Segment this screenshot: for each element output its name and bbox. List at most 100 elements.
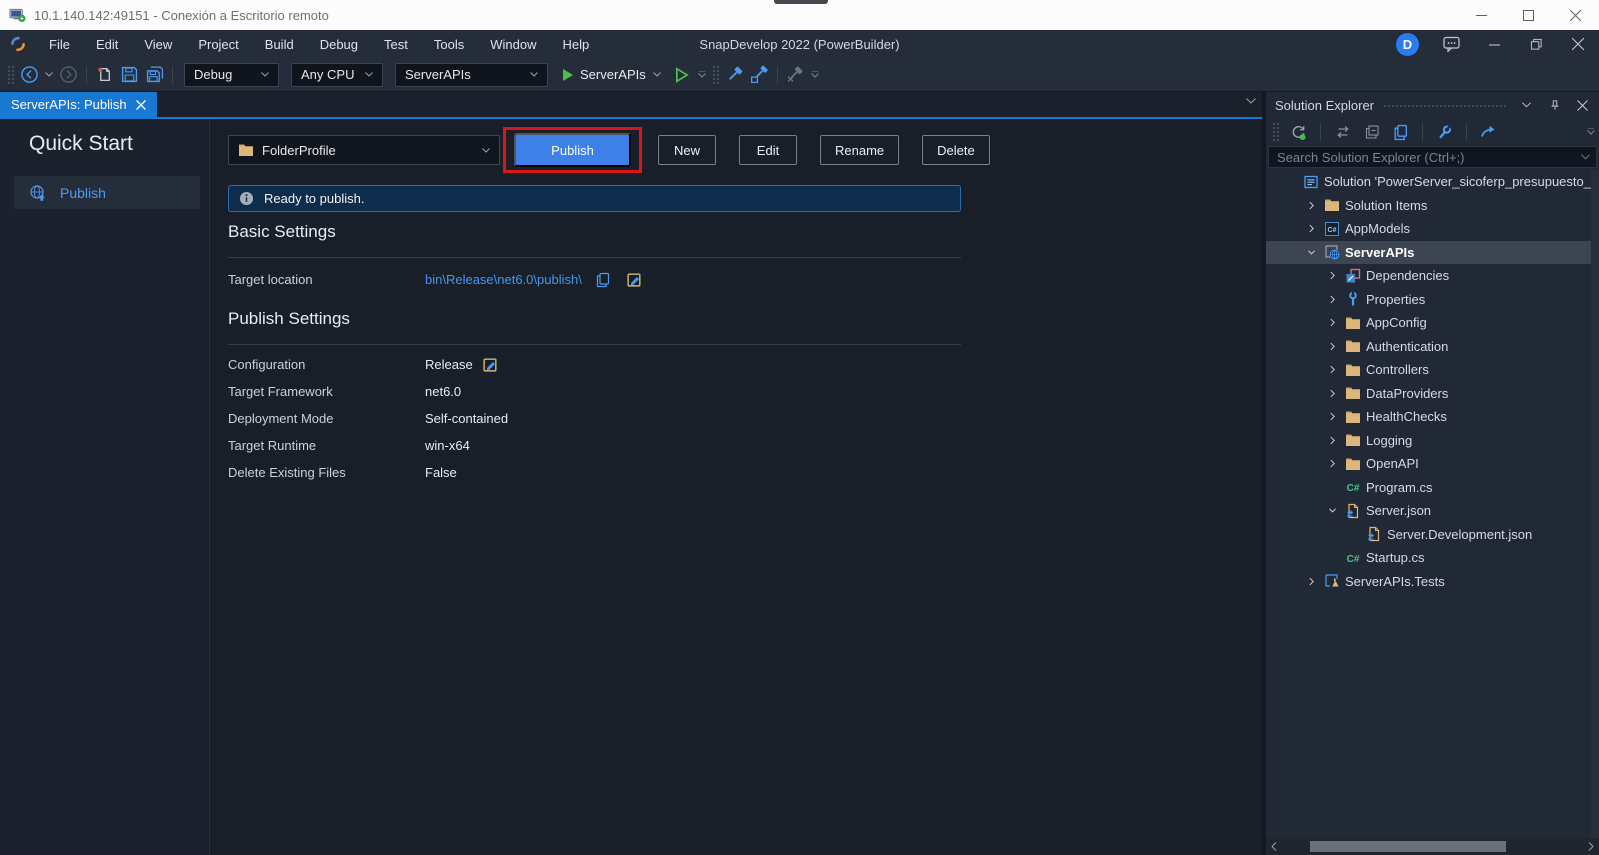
toolbar-grip[interactable] xyxy=(712,65,719,85)
menu-project[interactable]: Project xyxy=(185,30,251,58)
chevron-right-icon[interactable] xyxy=(1303,200,1324,211)
navigate-back-icon[interactable] xyxy=(17,62,42,88)
publish-button[interactable]: Publish xyxy=(514,133,631,167)
properties-wrench-icon[interactable] xyxy=(1432,119,1457,145)
switch-views-icon[interactable] xyxy=(1330,119,1355,145)
chevron-right-icon[interactable] xyxy=(1324,458,1345,469)
chevron-right-icon[interactable] xyxy=(1303,223,1324,234)
tree-item-controllers[interactable]: Controllers xyxy=(1266,358,1599,382)
menu-window[interactable]: Window xyxy=(477,30,549,58)
user-avatar[interactable]: D xyxy=(1396,33,1419,56)
sync-with-active-document-icon[interactable] xyxy=(1286,119,1311,145)
scroll-right-icon[interactable] xyxy=(1583,842,1599,851)
menu-test[interactable]: Test xyxy=(371,30,421,58)
toolbar-overflow-icon[interactable] xyxy=(1587,128,1595,135)
menu-edit[interactable]: Edit xyxy=(83,30,131,58)
tree-item-dataproviders[interactable]: DataProviders xyxy=(1266,382,1599,406)
vertical-scrollbar[interactable] xyxy=(1591,170,1599,838)
tree-item-logging[interactable]: Logging xyxy=(1266,429,1599,453)
app-close-button[interactable] xyxy=(1557,30,1599,58)
run-button[interactable]: ServerAPIs xyxy=(554,67,670,82)
menu-view[interactable]: View xyxy=(131,30,185,58)
edit-icon[interactable] xyxy=(482,356,499,373)
search-dropdown-icon[interactable] xyxy=(1575,147,1596,167)
run-overflow-icon[interactable] xyxy=(695,71,709,78)
tree-item-healthchecks[interactable]: HealthChecks xyxy=(1266,405,1599,429)
scroll-left-icon[interactable] xyxy=(1266,842,1282,851)
tab-close-icon[interactable] xyxy=(136,100,146,110)
scrollbar-thumb[interactable] xyxy=(1310,841,1506,852)
app-restore-button[interactable] xyxy=(1515,30,1557,58)
rdp-connection-bar[interactable] xyxy=(774,0,828,4)
toolbar-grip[interactable] xyxy=(7,65,14,85)
collapse-all-icon[interactable] xyxy=(1359,119,1384,145)
save-all-icon[interactable] xyxy=(142,62,167,88)
edit-icon[interactable] xyxy=(626,271,643,288)
profile-dropdown[interactable]: FolderProfile xyxy=(228,135,500,165)
target-location-link[interactable]: bin\Release\net6.0\publish\ xyxy=(425,272,582,287)
chevron-right-icon[interactable] xyxy=(1303,576,1324,587)
menu-tools[interactable]: Tools xyxy=(421,30,477,58)
chevron-right-icon[interactable] xyxy=(1324,294,1345,305)
run-without-debug-icon[interactable] xyxy=(670,62,695,88)
chevron-down-icon[interactable] xyxy=(1324,505,1345,516)
build-overflow-icon[interactable] xyxy=(808,71,822,78)
preview-selected-items-icon[interactable] xyxy=(1476,119,1501,145)
copy-icon[interactable] xyxy=(595,272,611,288)
rename-button[interactable]: Rename xyxy=(820,135,899,165)
edit-button[interactable]: Edit xyxy=(739,135,797,165)
new-file-icon[interactable] xyxy=(92,62,117,88)
rdp-close-button[interactable] xyxy=(1552,0,1599,30)
menu-help[interactable]: Help xyxy=(549,30,602,58)
menu-debug[interactable]: Debug xyxy=(307,30,371,58)
chevron-right-icon[interactable] xyxy=(1324,364,1345,375)
tree-item-appmodels[interactable]: C#AppModels xyxy=(1266,217,1599,241)
menu-file[interactable]: File xyxy=(36,30,83,58)
chevron-down-icon[interactable] xyxy=(1303,247,1324,258)
panel-options-chevron-icon[interactable] xyxy=(1516,95,1537,115)
sidebar-item-publish[interactable]: Publish xyxy=(14,176,200,209)
chevron-right-icon[interactable] xyxy=(1324,411,1345,422)
feedback-icon[interactable] xyxy=(1431,30,1473,58)
startup-project-dropdown[interactable]: ServerAPIs xyxy=(395,63,548,87)
copy-path-icon[interactable] xyxy=(1388,119,1413,145)
panel-close-icon[interactable] xyxy=(1572,95,1593,115)
chevron-right-icon[interactable] xyxy=(1324,341,1345,352)
tree-item-program-cs[interactable]: C#Program.cs xyxy=(1266,476,1599,500)
navigate-back-dropdown-icon[interactable] xyxy=(42,72,56,77)
new-button[interactable]: New xyxy=(658,135,716,165)
rdp-minimize-button[interactable] xyxy=(1458,0,1505,30)
solution-explorer-header[interactable]: Solution Explorer xyxy=(1266,92,1599,118)
tree-item-solution-powerserver-sicoferp-presupuest[interactable]: Solution 'PowerServer_sicoferp_presupues… xyxy=(1266,170,1599,194)
navigate-forward-icon[interactable] xyxy=(56,62,81,88)
tab-serverapis-publish[interactable]: ServerAPIs: Publish xyxy=(0,92,157,117)
app-minimize-button[interactable] xyxy=(1473,30,1515,58)
tree-item-startup-cs[interactable]: C#Startup.cs xyxy=(1266,546,1599,570)
solution-search-input[interactable] xyxy=(1269,150,1575,165)
chevron-right-icon[interactable] xyxy=(1324,270,1345,281)
menu-build[interactable]: Build xyxy=(252,30,307,58)
configuration-dropdown[interactable]: Debug xyxy=(184,63,279,87)
chevron-right-icon[interactable] xyxy=(1324,388,1345,399)
tree-item-server-json[interactable]: Server.json xyxy=(1266,499,1599,523)
tree-item-properties[interactable]: Properties xyxy=(1266,288,1599,312)
chevron-right-icon[interactable] xyxy=(1324,435,1345,446)
rdp-maximize-button[interactable] xyxy=(1505,0,1552,30)
tree-item-authentication[interactable]: Authentication xyxy=(1266,335,1599,359)
horizontal-scrollbar[interactable] xyxy=(1266,838,1599,855)
tree-item-appconfig[interactable]: AppConfig xyxy=(1266,311,1599,335)
pin-icon[interactable] xyxy=(1544,95,1565,115)
tree-item-openapi[interactable]: OpenAPI xyxy=(1266,452,1599,476)
rebuild-icon[interactable] xyxy=(747,62,772,88)
build-icon[interactable] xyxy=(722,62,747,88)
tree-item-serverapis-tests[interactable]: ServerAPIs.Tests xyxy=(1266,570,1599,594)
delete-button[interactable]: Delete xyxy=(922,135,990,165)
tree-item-serverapis[interactable]: ServerAPIs xyxy=(1266,241,1599,265)
toolbar-grip[interactable] xyxy=(1272,122,1279,142)
tree-item-dependencies[interactable]: Dependencies xyxy=(1266,264,1599,288)
tree-item-solution-items[interactable]: Solution Items xyxy=(1266,194,1599,218)
tree-item-server-development-json[interactable]: Server.Development.json xyxy=(1266,523,1599,547)
save-icon[interactable] xyxy=(117,62,142,88)
tab-list-dropdown-icon[interactable] xyxy=(1246,98,1256,104)
platform-dropdown[interactable]: Any CPU xyxy=(291,63,383,87)
